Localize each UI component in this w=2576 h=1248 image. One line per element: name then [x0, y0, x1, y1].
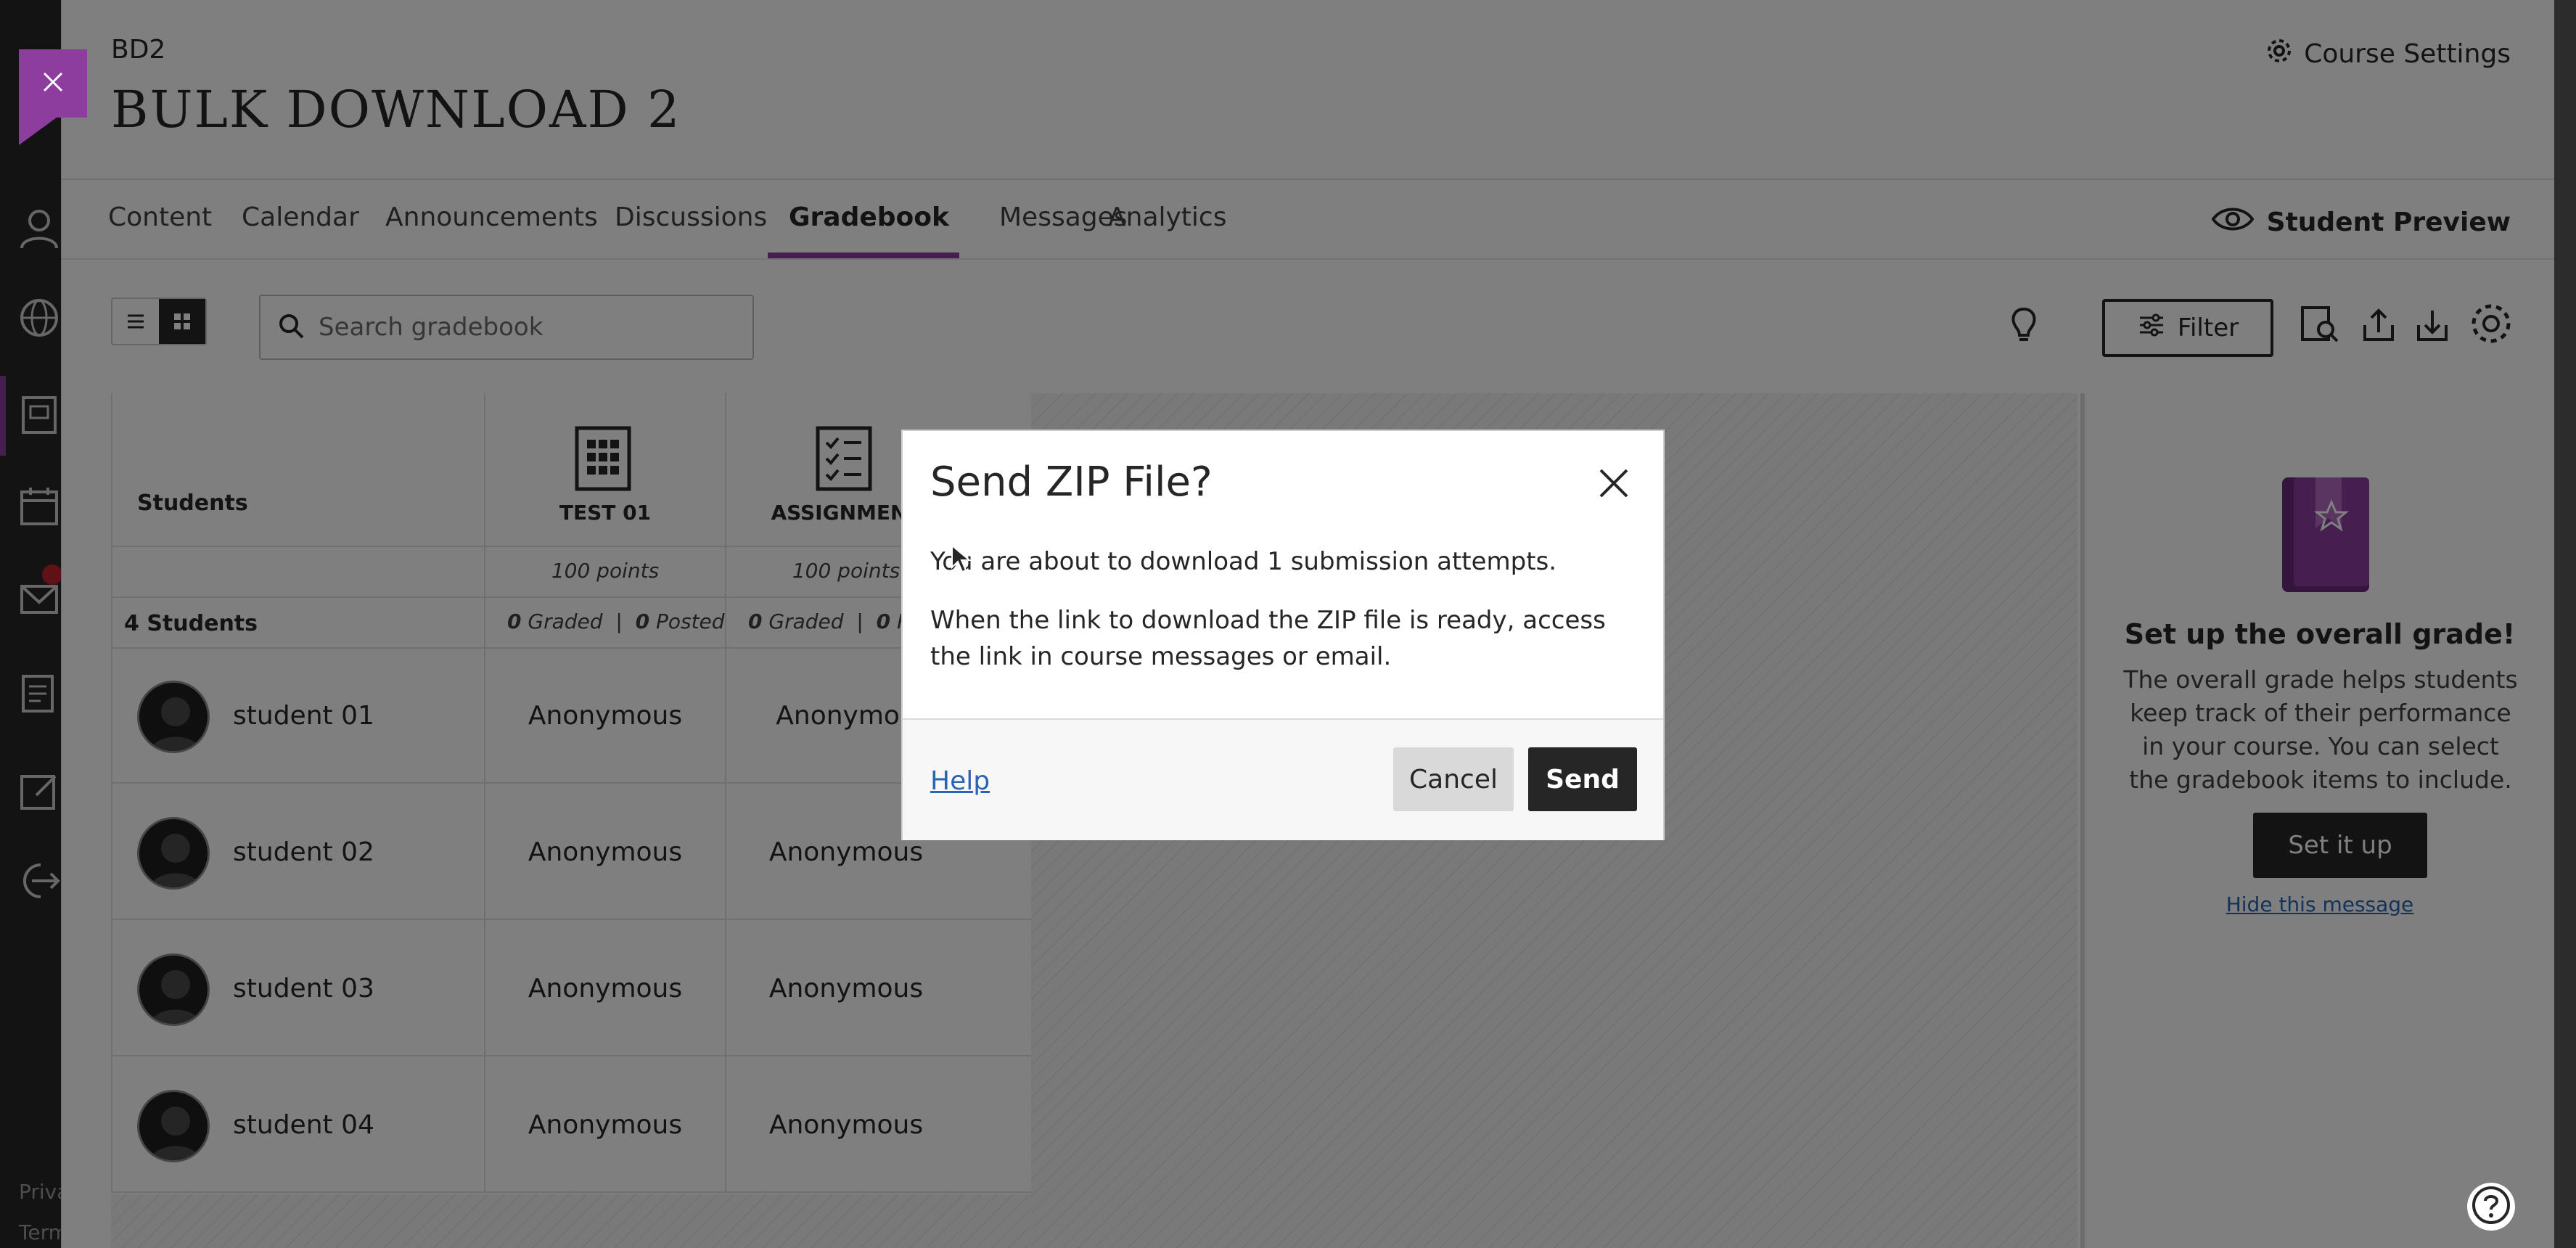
dialog-title: Send ZIP File? [930, 459, 1213, 506]
help-link[interactable]: Help [930, 766, 990, 796]
close-icon [40, 69, 66, 98]
question-mark-icon [2471, 1185, 2511, 1228]
cancel-button[interactable]: Cancel [1393, 747, 1514, 811]
send-zip-dialog: Send ZIP File? You are about to download… [901, 430, 1665, 840]
send-button[interactable]: Send [1528, 747, 1637, 811]
dialog-message: When the link to download the ZIP file i… [930, 606, 1606, 671]
dialog-message: You are about to download 1 submission a… [930, 547, 1557, 576]
help-bubble-button[interactable] [2467, 1183, 2515, 1231]
dialog-footer: Help Cancel Send [903, 718, 1663, 840]
window-edge [2554, 0, 2576, 1248]
close-icon [1596, 466, 1631, 504]
dialog-close-button[interactable] [1592, 463, 1636, 506]
close-course-button[interactable] [19, 49, 87, 145]
mouse-cursor [951, 543, 972, 576]
